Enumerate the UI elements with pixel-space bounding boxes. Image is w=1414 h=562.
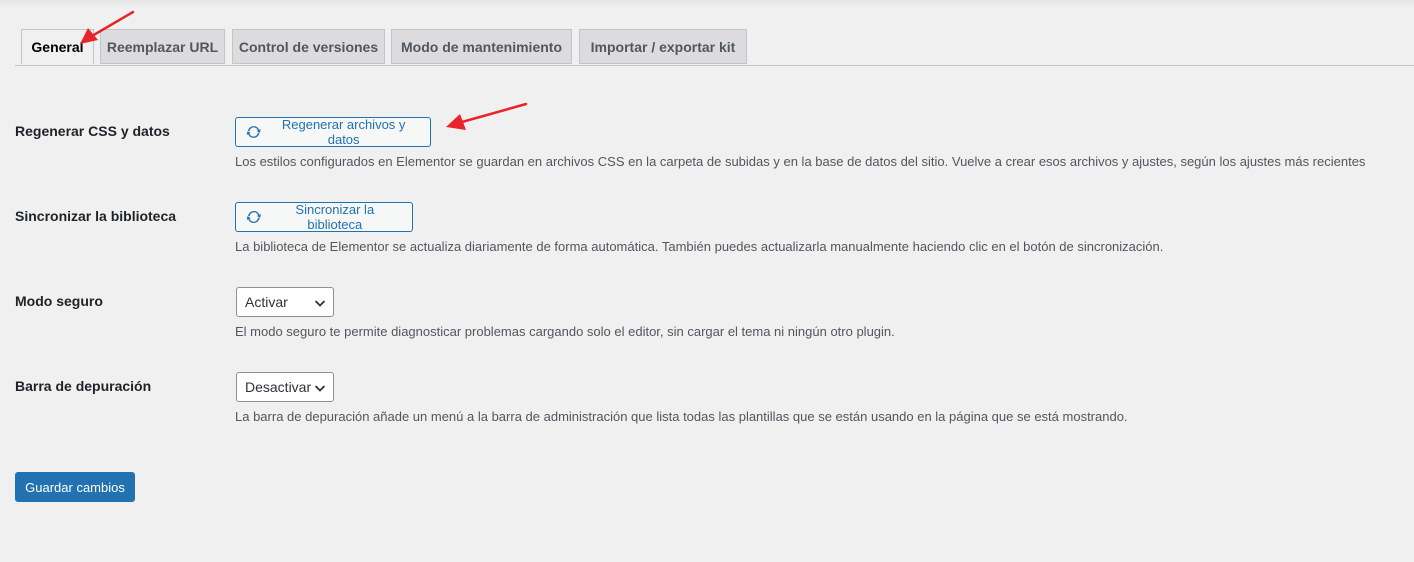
- annotation-arrow-icon: [446, 102, 528, 130]
- regenerate-files-button[interactable]: Regenerar archivos y datos: [235, 117, 431, 147]
- top-shadow: [0, 0, 1414, 8]
- tab-modo-de-mantenimiento[interactable]: Modo de mantenimiento: [391, 29, 572, 64]
- safe-mode-selected-value: Activar: [245, 294, 288, 310]
- safe-mode-label: Modo seguro: [15, 293, 103, 309]
- regenerate-files-button-label: Regenerar archivos y datos: [281, 117, 406, 147]
- debug-bar-selected-value: Desactivar: [245, 379, 312, 395]
- settings-tabs: General Reemplazar URL Control de versio…: [15, 29, 1414, 66]
- chevron-down-icon: [314, 385, 326, 392]
- safe-mode-select[interactable]: Activar: [236, 287, 334, 317]
- debug-bar-description: La barra de depuración añade un menú a l…: [235, 409, 1128, 424]
- safe-mode-description: El modo seguro te permite diagnosticar p…: [235, 324, 895, 339]
- save-changes-button[interactable]: Guardar cambios: [15, 472, 135, 502]
- sync-library-button[interactable]: Sincronizar la biblioteca: [235, 202, 413, 232]
- regenerate-description: Los estilos configurados en Elementor se…: [235, 154, 1366, 169]
- annotation-arrow-icon: [80, 10, 135, 44]
- sync-icon: [246, 211, 261, 223]
- regenerate-css-label: Regenerar CSS y datos: [15, 123, 170, 139]
- sync-library-description: La biblioteca de Elementor se actualiza …: [235, 239, 1164, 254]
- sync-library-button-label: Sincronizar la biblioteca: [295, 202, 375, 232]
- chevron-down-icon: [314, 300, 326, 307]
- tab-control-de-versiones[interactable]: Control de versiones: [232, 29, 385, 64]
- tab-importar-exportar-kit[interactable]: Importar / exportar kit: [579, 29, 747, 64]
- debug-bar-label: Barra de depuración: [15, 378, 152, 394]
- sync-library-label: Sincronizar la biblioteca: [15, 208, 177, 224]
- debug-bar-select[interactable]: Desactivar: [236, 372, 334, 402]
- sync-icon: [246, 126, 261, 138]
